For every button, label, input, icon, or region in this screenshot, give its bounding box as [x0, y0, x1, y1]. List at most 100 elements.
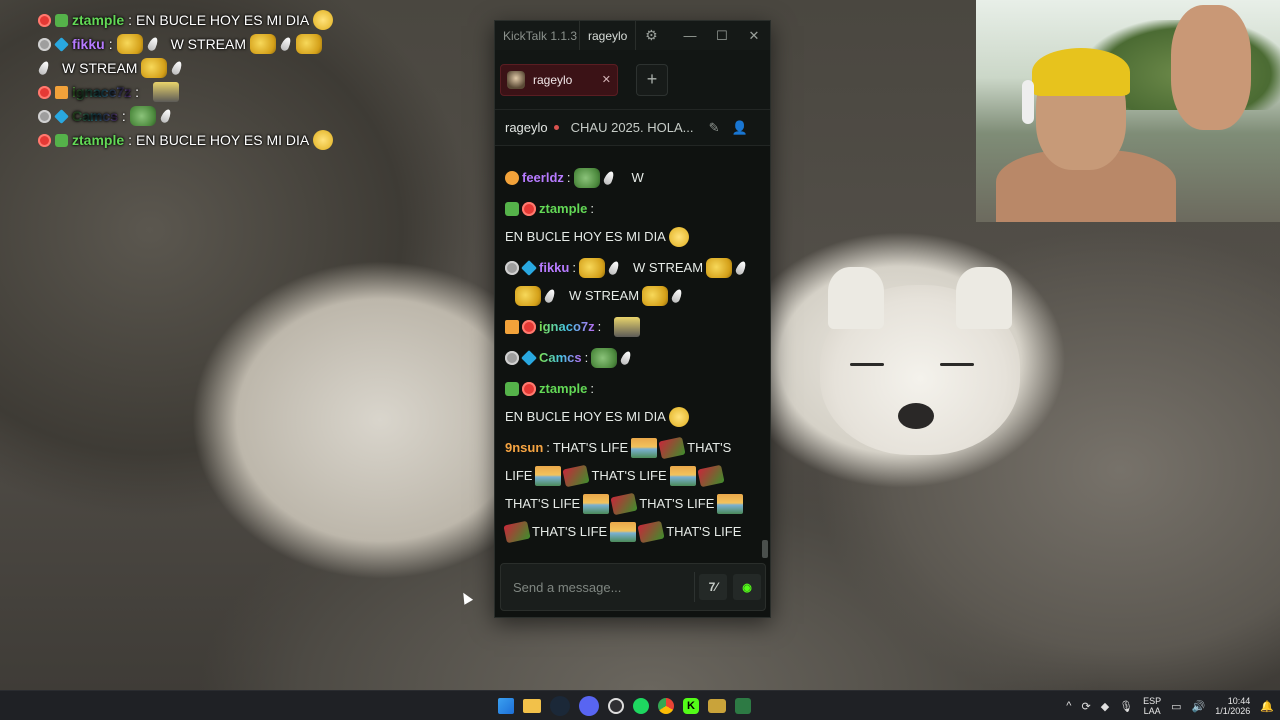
og-badge-icon: [55, 133, 68, 147]
tab-rageylo[interactable]: rageylo ✕: [500, 63, 618, 96]
spotify-icon[interactable]: [633, 698, 649, 714]
microphone-icon[interactable]: 🎙: [1119, 700, 1133, 713]
chrome-icon[interactable]: [658, 698, 674, 714]
chevron-up-icon[interactable]: ^: [1066, 700, 1071, 712]
emote-icon: [642, 285, 669, 306]
network-icon[interactable]: ▭: [1171, 700, 1181, 713]
overlay-line: fikku: W STREAM: [38, 32, 368, 56]
windows-start-icon[interactable]: [498, 698, 514, 714]
og-badge-icon: [505, 381, 519, 396]
diamond-badge-icon: [54, 36, 69, 52]
app-title: KickTalk 1.1.3: [503, 28, 578, 43]
close-icon[interactable]: ✕: [738, 28, 770, 44]
og-badge-icon: [505, 201, 519, 216]
sub-badge-icon: [505, 260, 519, 275]
chat-username[interactable]: Camcs: [539, 345, 582, 370]
scrollbar-thumb[interactable]: [762, 540, 768, 558]
minimize-icon[interactable]: —: [674, 28, 706, 44]
close-tab-icon[interactable]: ✕: [602, 73, 611, 86]
chat-username[interactable]: ignaco7z: [539, 314, 595, 339]
chat-username[interactable]: fikku: [539, 255, 569, 280]
feather-icon: [170, 59, 185, 77]
add-tab-button[interactable]: +: [636, 63, 668, 96]
chat-scrollbar[interactable]: [762, 148, 768, 558]
chat-username[interactable]: 9nsun: [505, 435, 543, 460]
obs-icon[interactable]: [608, 698, 624, 714]
message-input[interactable]: [501, 579, 694, 595]
chat-message: ztample: EN BUCLE HOY ES MI DIA: [505, 193, 753, 252]
sync-icon[interactable]: ⟳: [1081, 700, 1090, 713]
window-titlebar[interactable]: KickTalk 1.1.3 rageylo ⚙ — ☐ ✕: [495, 21, 770, 50]
chat-text: W: [631, 170, 644, 185]
sub-badge-icon: [38, 109, 51, 123]
channel-avatar: [507, 70, 525, 89]
system-clock[interactable]: 10:44 1/1/2026: [1215, 696, 1250, 716]
chat-message: fikku: W STREAM W STREAM: [505, 252, 753, 311]
notification-icon[interactable]: 🔔: [1260, 700, 1274, 713]
file-explorer-icon[interactable]: [523, 699, 541, 713]
chat-text: EN BUCLE HOY ES MI DIA: [505, 229, 666, 244]
channel-tabs: rageylo ✕ +: [495, 50, 770, 110]
chat-text: THAT'S LIFE: [532, 524, 608, 539]
7tv-badge-icon: [505, 319, 519, 334]
overlay-username: ztample: [72, 132, 125, 148]
sub-badge-icon: [505, 170, 519, 185]
emote-icon: [637, 520, 665, 543]
stream-info-bar: rageylo CHAU 2025. HOLA... ✎ 👤: [495, 110, 770, 146]
chat-text: THAT'S LIFE: [639, 496, 715, 511]
pin-icon[interactable]: ✎: [709, 120, 720, 136]
overlay-line: Camcs:: [38, 104, 368, 128]
volume-icon[interactable]: 🔊: [1192, 700, 1206, 713]
og-badge-icon: [55, 13, 68, 27]
emote-icon: [658, 436, 686, 459]
chat-message-list[interactable]: feerldz: W ztample: EN BUCLE HOY ES MI D…: [495, 148, 763, 558]
gear-icon[interactable]: ⚙: [636, 27, 666, 44]
7tv-badge-icon: [55, 85, 68, 99]
stream-channel-name[interactable]: rageylo: [505, 120, 548, 135]
sub-badge-icon: [522, 319, 536, 334]
chat-text: THAT'S LIFE: [591, 468, 667, 483]
stream-title: CHAU 2025. HOLA...: [570, 120, 694, 135]
emote-icon: [610, 521, 637, 542]
fox-eye: [940, 363, 974, 366]
arctic-fox-image: [820, 267, 1020, 455]
fox-ear: [956, 267, 1012, 329]
emote-icon: [591, 347, 618, 368]
kicktalk-taskbar-icon[interactable]: [735, 698, 751, 714]
feather-icon: [543, 287, 557, 304]
chat-username[interactable]: ztample: [539, 196, 587, 221]
shield-icon[interactable]: ◆: [1101, 700, 1109, 713]
kick-icon[interactable]: K: [683, 698, 699, 714]
sub-badge-icon: [38, 37, 51, 51]
overlay-line: ztample: EN BUCLE HOY ES MI DIA: [38, 128, 368, 152]
sub-badge-icon: [505, 350, 519, 365]
sub-badge-icon: [38, 13, 51, 27]
titlebar-user[interactable]: rageylo: [579, 21, 637, 50]
discord-icon[interactable]: [579, 696, 599, 716]
chat-message: 9nsun: THAT'S LIFE THAT'S LIFE THAT'S LI…: [503, 432, 753, 547]
chat-message: ignaco7z:: [505, 311, 753, 342]
chat-username[interactable]: feerldz: [522, 165, 564, 190]
chat-username[interactable]: ztample: [539, 376, 587, 401]
feather-icon: [607, 259, 621, 276]
diamond-badge-icon: [521, 349, 537, 366]
7tv-emote-button[interactable]: 7⁄: [699, 574, 727, 600]
overlay-message: EN BUCLE HOY ES MI DIA: [136, 12, 310, 28]
feather-icon: [670, 287, 684, 304]
kick-emote-button[interactable]: ◉: [733, 574, 761, 600]
feather-icon: [159, 107, 173, 125]
sub-badge-icon: [38, 85, 51, 99]
steam-icon[interactable]: [550, 696, 570, 716]
user-icon[interactable]: 👤: [732, 120, 748, 136]
clock-time: 10:44: [1227, 696, 1251, 706]
emote-icon: [614, 316, 641, 337]
chest-app-icon[interactable]: [708, 699, 726, 713]
maximize-icon[interactable]: ☐: [706, 28, 738, 44]
overlay-line: W STREAM: [37, 56, 368, 80]
emote-icon: [535, 465, 562, 486]
emote-icon: [153, 82, 180, 102]
sub-badge-icon: [522, 201, 536, 216]
language-indicator[interactable]: ESP LAA: [1143, 696, 1161, 716]
emote-icon: [669, 465, 696, 486]
chat-text: THAT'S LIFE: [505, 496, 581, 511]
